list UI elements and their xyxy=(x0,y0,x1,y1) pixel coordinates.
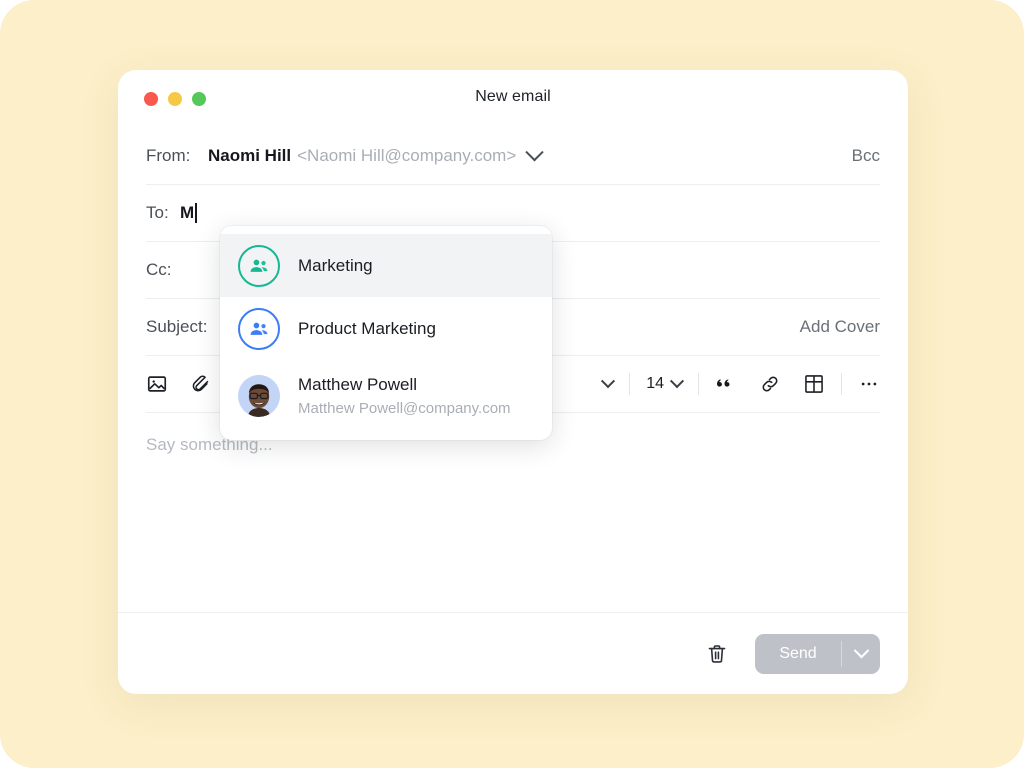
suggestion-item-product-marketing[interactable]: Product Marketing xyxy=(220,297,552,360)
font-family-select[interactable] xyxy=(603,367,613,401)
paperclip-icon[interactable] xyxy=(190,367,212,401)
from-label: From: xyxy=(146,146,208,166)
toolbar-divider-2 xyxy=(698,373,699,395)
chevron-down-icon xyxy=(601,374,615,388)
suggestion-name: Product Marketing xyxy=(298,318,436,340)
avatar xyxy=(238,375,280,417)
send-button[interactable]: Send xyxy=(755,634,841,674)
toolbar-divider-1 xyxy=(629,373,630,395)
add-cover-button[interactable]: Add Cover xyxy=(800,317,880,337)
group-icon xyxy=(238,245,280,287)
from-sender-email: <Naomi Hill@company.com> xyxy=(297,146,516,166)
bcc-button[interactable]: Bcc xyxy=(852,146,880,166)
chevron-down-icon[interactable] xyxy=(526,143,544,161)
link-icon[interactable] xyxy=(759,367,781,401)
suggestion-text: Product Marketing xyxy=(298,318,436,340)
email-body[interactable]: Say something... xyxy=(146,413,880,643)
group-icon xyxy=(238,308,280,350)
suggestion-text: Matthew Powell Matthew Powell@company.co… xyxy=(298,374,511,419)
chevron-down-icon xyxy=(670,374,684,388)
suggestion-name: Matthew Powell xyxy=(298,374,511,396)
to-label: To: xyxy=(146,203,180,223)
recipient-suggestions-dropdown[interactable]: Marketing Product Marketing xyxy=(220,226,552,440)
font-size-select[interactable]: 14 xyxy=(646,367,682,401)
suggestion-item-matthew-powell[interactable]: Matthew Powell Matthew Powell@company.co… xyxy=(220,360,552,432)
text-cursor xyxy=(195,203,197,223)
from-row: From: Naomi Hill <Naomi Hill@company.com… xyxy=(146,128,880,185)
suggestion-text: Marketing xyxy=(298,255,373,277)
cc-label: Cc: xyxy=(146,260,180,280)
window-title: New email xyxy=(118,88,908,106)
toolbar-divider-3 xyxy=(841,373,842,395)
suggestion-name: Marketing xyxy=(298,255,373,277)
font-size-value: 14 xyxy=(646,375,664,393)
table-icon[interactable] xyxy=(803,367,825,401)
send-options-button[interactable] xyxy=(842,634,880,674)
suggestion-email: Matthew Powell@company.com xyxy=(298,398,511,419)
page-background: New email From: Naomi Hill <Naomi Hill@c… xyxy=(0,0,1024,768)
window-titlebar: New email xyxy=(118,70,908,128)
trash-icon[interactable] xyxy=(705,642,729,666)
ellipsis-icon[interactable] xyxy=(858,367,880,401)
to-input[interactable]: M xyxy=(180,203,194,223)
image-icon[interactable] xyxy=(146,367,168,401)
from-sender-name: Naomi Hill xyxy=(208,146,291,166)
suggestion-item-marketing[interactable]: Marketing xyxy=(220,234,552,297)
chevron-down-icon xyxy=(853,643,869,659)
send-button-group[interactable]: Send xyxy=(755,634,880,674)
quote-icon[interactable] xyxy=(715,367,737,401)
compose-footer: Send xyxy=(118,612,908,694)
